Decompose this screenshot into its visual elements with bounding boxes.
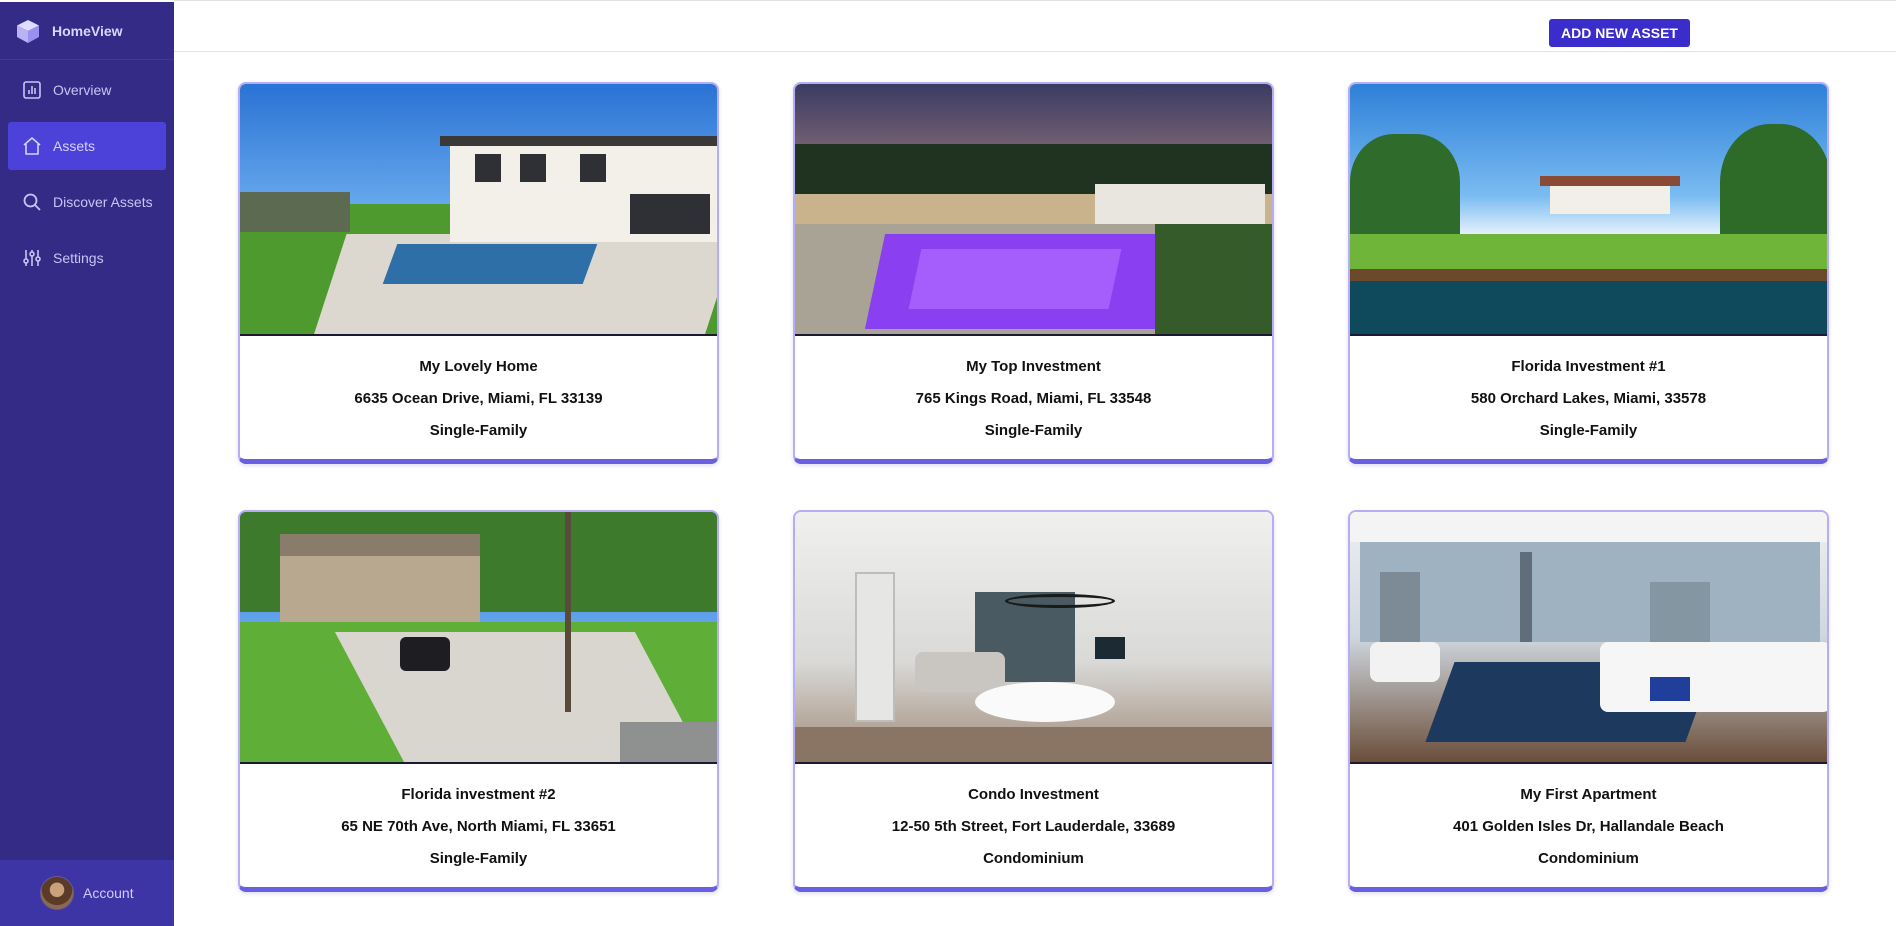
asset-title: Condo Investment [968, 786, 1099, 803]
search-icon [21, 191, 43, 213]
asset-title: My Lovely Home [419, 358, 538, 375]
sidebar-nav: Overview Assets Discover Assets Settings [0, 66, 174, 282]
asset-title: Florida Investment #1 [1511, 358, 1666, 375]
asset-address: 65 NE 70th Ave, North Miami, FL 33651 [341, 818, 616, 835]
asset-photo [240, 512, 717, 764]
app-name: HomeView [52, 22, 123, 39]
sidebar-item-overview[interactable]: Overview [8, 66, 166, 114]
asset-address: 765 Kings Road, Miami, FL 33548 [915, 390, 1152, 407]
avatar [40, 876, 74, 910]
asset-address: 6635 Ocean Drive, Miami, FL 33139 [354, 390, 603, 407]
asset-address: 12-50 5th Street, Fort Lauderdale, 33689 [891, 818, 1176, 835]
asset-photo [240, 84, 717, 336]
asset-card[interactable]: My Top Investment 765 Kings Road, Miami,… [793, 82, 1274, 464]
sidebar: HomeView Overview Assets Discover Assets… [0, 2, 174, 926]
asset-address: 580 Orchard Lakes, Miami, 33578 [1470, 390, 1707, 407]
add-new-asset-button[interactable]: ADD NEW ASSET [1549, 19, 1690, 47]
sidebar-item-assets[interactable]: Assets [8, 122, 166, 170]
asset-photo [795, 512, 1272, 764]
asset-photo [795, 84, 1272, 336]
asset-card[interactable]: My First Apartment 401 Golden Isles Dr, … [1348, 510, 1829, 892]
sidebar-item-label: Assets [53, 138, 96, 154]
cube-logo-icon [15, 18, 41, 44]
account-button[interactable]: Account [0, 860, 174, 926]
sliders-icon [21, 247, 43, 269]
sidebar-item-label: Overview [53, 82, 112, 98]
home-icon [21, 135, 43, 157]
top-bar: ADD NEW ASSET [174, 0, 1896, 52]
asset-photo [1350, 84, 1827, 336]
asset-title: My Top Investment [966, 358, 1101, 375]
asset-type: Single-Family [429, 850, 528, 867]
asset-type: Single-Family [429, 422, 528, 439]
asset-card[interactable]: Florida investment #2 65 NE 70th Ave, No… [238, 510, 719, 892]
asset-type: Condominium [1538, 850, 1639, 867]
asset-type: Condominium [983, 850, 1084, 867]
asset-title: Florida investment #2 [401, 786, 556, 803]
brand[interactable]: HomeView [0, 2, 174, 60]
asset-type: Single-Family [1539, 422, 1638, 439]
sidebar-item-discover-assets[interactable]: Discover Assets [8, 178, 166, 226]
asset-photo [1350, 512, 1827, 764]
asset-address: 401 Golden Isles Dr, Hallandale Beach [1453, 818, 1724, 835]
asset-card[interactable]: Condo Investment 12-50 5th Street, Fort … [793, 510, 1274, 892]
asset-card[interactable]: Florida Investment #1 580 Orchard Lakes,… [1348, 82, 1829, 464]
account-label: Account [83, 885, 134, 901]
asset-card[interactable]: My Lovely Home 6635 Ocean Drive, Miami, … [238, 82, 719, 464]
sidebar-item-label: Discover Assets [53, 194, 153, 210]
sidebar-item-label: Settings [53, 250, 104, 266]
chart-icon [21, 79, 43, 101]
asset-type: Single-Family [984, 422, 1083, 439]
sidebar-item-settings[interactable]: Settings [8, 234, 166, 282]
asset-title: My First Apartment [1520, 786, 1657, 803]
